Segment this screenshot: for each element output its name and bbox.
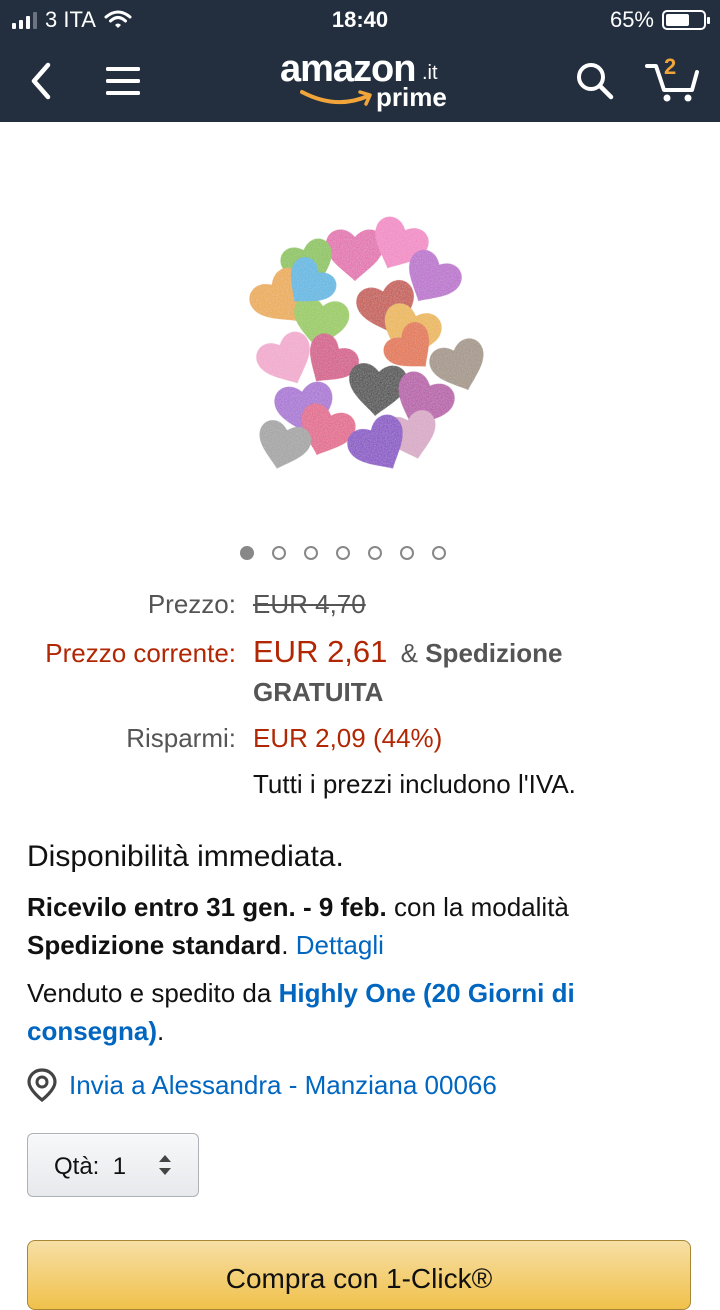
vat-note: Tutti i prezzi includono l'IVA. [253, 769, 576, 799]
status-bar: 3 ITA 18:40 65% [0, 0, 720, 40]
quantity-select[interactable]: Qtà: 1 [27, 1133, 199, 1197]
carousel-dot[interactable] [272, 546, 286, 560]
seller-info: Venduto e spedito da Highly One (20 Gior… [27, 974, 687, 1050]
seller-period: . [157, 1016, 165, 1046]
logo-prime: prime [376, 82, 447, 112]
seller-link-line1[interactable]: Highly One (20 Giorni di [279, 978, 575, 1008]
menu-icon [106, 67, 140, 95]
list-price-value: EUR 4,70 [253, 589, 366, 619]
buy-now-button[interactable]: Compra con 1-Click® [27, 1240, 691, 1310]
savings-value: EUR 2,09 (44%) [253, 723, 443, 753]
delivery-info: Ricevilo entro 31 gen. - 9 feb. con la m… [27, 888, 687, 964]
carousel-dot[interactable] [432, 546, 446, 560]
current-price-label: Prezzo corrente: [45, 638, 236, 668]
savings-label: Risparmi: [126, 723, 236, 753]
delivery-method: Spedizione standard [27, 930, 282, 960]
delivery-location-text: Invia a Alessandra - Manziana 00066 [69, 1069, 497, 1100]
shipping-free-label: GRATUITA [253, 677, 384, 707]
image-carousel-dots[interactable] [240, 546, 446, 560]
carousel-dot[interactable] [240, 546, 254, 560]
seller-link-line2[interactable]: consegna) [27, 1016, 157, 1046]
quantity-value: 1 [112, 1153, 127, 1180]
delivery-period: . [281, 930, 289, 960]
location-pin-icon [27, 1068, 57, 1102]
product-image[interactable] [205, 190, 505, 480]
shipping-label: Spedizione [425, 638, 563, 668]
shipping-amp: & [400, 638, 418, 668]
battery-percent: 65% [609, 7, 654, 32]
carousel-dot[interactable] [336, 546, 350, 560]
updown-arrows-icon [159, 1155, 171, 1175]
battery-fill [666, 14, 690, 26]
nav-bar: amazon .it prime 2 [0, 40, 720, 122]
delivery-location-link[interactable]: Invia a Alessandra - Manziana 00066 [27, 1068, 497, 1102]
glitter-heart [325, 229, 385, 281]
amazon-prime-logo[interactable]: amazon .it prime [280, 48, 450, 114]
cart-button[interactable]: 2 [640, 54, 704, 108]
search-icon [577, 63, 614, 100]
current-price-row: EUR 2,61 & Spedizione [253, 634, 562, 670]
details-link[interactable]: Dettagli [296, 930, 384, 960]
delivery-date: Ricevilo entro 31 gen. - 9 feb. [27, 892, 387, 922]
quantity-label: Qtà: [54, 1153, 100, 1180]
buy-now-label: Compra con 1-Click® [225, 1263, 493, 1294]
search-button[interactable] [568, 54, 622, 108]
carousel-dot[interactable] [368, 546, 382, 560]
availability-status: Disponibilità immediata. [27, 840, 344, 873]
current-price-value: EUR 2,61 [253, 634, 388, 669]
status-right: 65% [609, 7, 710, 33]
carousel-dot[interactable] [304, 546, 318, 560]
delivery-text: con la modalità [394, 892, 569, 922]
cart-count-badge: 2 [664, 54, 677, 79]
chevron-left-icon [31, 62, 51, 100]
menu-button[interactable] [96, 54, 150, 108]
list-price-label: Prezzo: [147, 589, 236, 619]
carousel-dot[interactable] [400, 546, 414, 560]
sold-by-text: Venduto e spedito da [27, 978, 272, 1008]
logo-smile-icon [300, 90, 372, 106]
back-button[interactable] [14, 54, 68, 108]
battery-icon [662, 10, 710, 30]
quantity-display: Qtà: 1 [54, 1153, 126, 1181]
